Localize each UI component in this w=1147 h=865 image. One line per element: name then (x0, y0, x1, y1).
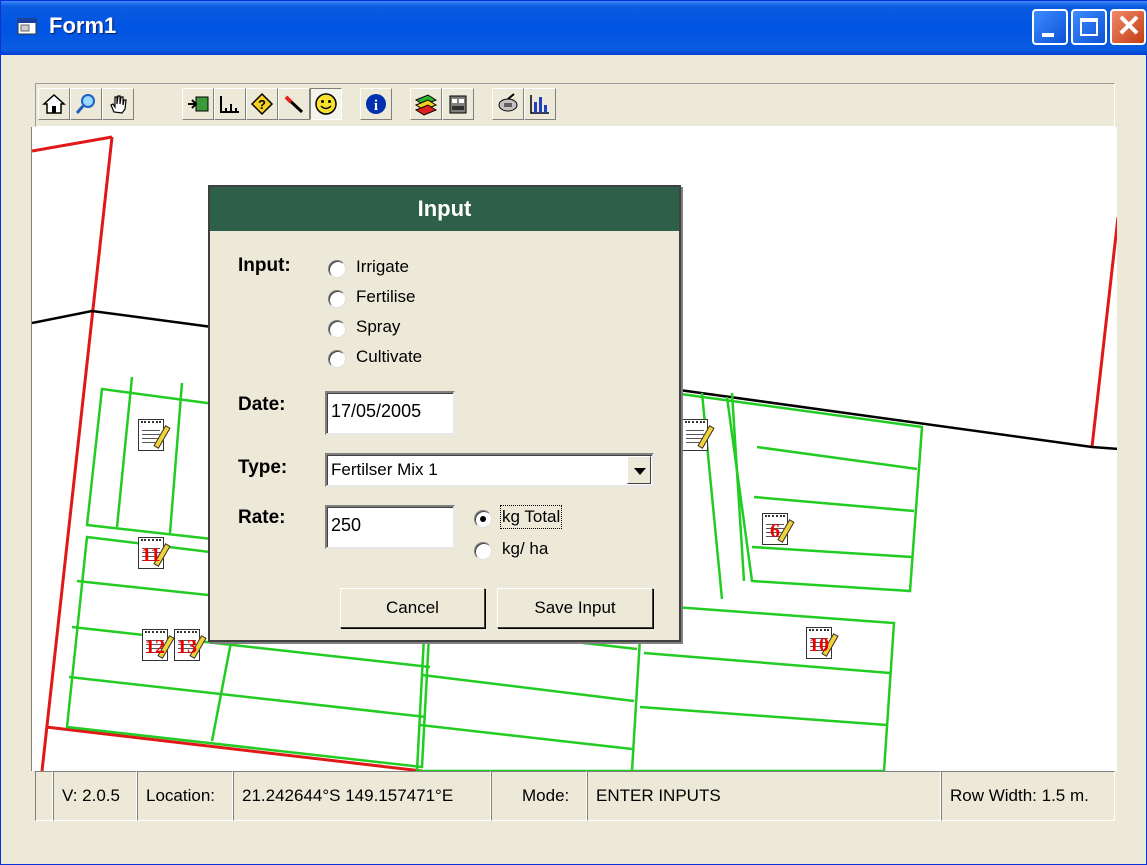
zoom-button[interactable] (70, 88, 102, 120)
status-grip (35, 771, 53, 821)
database-button[interactable] (442, 88, 474, 120)
radio-circle (474, 542, 492, 560)
zoom-icon (75, 94, 95, 114)
info-button[interactable]: i (360, 88, 392, 120)
title-bar[interactable]: Form1 ✕ (1, 1, 1147, 55)
measure-button[interactable] (214, 88, 246, 120)
app-window: Form1 ✕ ? i 11 12 13 6 10 Input Input: I… (0, 0, 1147, 865)
maximize-icon (1080, 18, 1098, 36)
status-version: V: 2.0.5 (53, 771, 137, 821)
toolbar: ? i (35, 83, 1115, 127)
radio-circle (328, 320, 346, 338)
satellite-button[interactable] (492, 88, 524, 120)
status-row-width: Row Width: 1.5 m. (941, 771, 1115, 821)
query-button[interactable]: ? (246, 88, 278, 120)
status-mode-label: Mode: (491, 771, 587, 821)
pan-hand-icon (110, 95, 127, 114)
close-icon: ✕ (1116, 10, 1142, 43)
field-marker-10[interactable]: 10 (804, 625, 839, 665)
field-marker-6[interactable]: 6 (760, 511, 795, 551)
close-button[interactable]: ✕ (1110, 9, 1146, 45)
wand-button[interactable] (278, 88, 310, 120)
magic-wand-icon (284, 95, 304, 114)
radio-circle (328, 290, 346, 308)
type-select[interactable]: Fertilser Mix 1 (325, 453, 654, 487)
radio-cultivate[interactable]: Cultivate (328, 347, 448, 373)
import-icon (188, 96, 209, 112)
cancel-button[interactable]: Cancel (340, 588, 485, 628)
status-location-value: 21.242644°S 149.157471°E (233, 771, 491, 821)
radio-kg-ha[interactable]: kg/ ha (474, 539, 584, 565)
input-dialog: Input Input: Irrigate Fertilise Spray Cu… (208, 185, 681, 642)
chart-button[interactable] (524, 88, 556, 120)
radio-fertilise[interactable]: Fertilise (328, 287, 448, 313)
pan-button[interactable] (102, 88, 134, 120)
dialog-title: Input (210, 187, 679, 231)
chevron-down-icon[interactable] (627, 456, 651, 484)
smiley-icon (315, 93, 337, 115)
smiley-button[interactable] (310, 88, 342, 120)
rate-label: Rate: (238, 507, 286, 528)
chart-icon (530, 95, 549, 114)
svg-text:i: i (374, 98, 378, 114)
radio-spray[interactable]: Spray (328, 317, 448, 343)
status-location-label: Location: (137, 771, 233, 821)
query-icon: ? (250, 92, 274, 116)
field-marker-partial[interactable] (680, 417, 715, 457)
info-icon: i (366, 94, 386, 114)
layers-button[interactable] (410, 88, 442, 120)
status-mode-value: ENTER INPUTS (587, 771, 941, 821)
maximize-button[interactable] (1071, 9, 1107, 45)
radio-kg-total[interactable]: kg Total (474, 505, 584, 533)
home-button[interactable] (38, 88, 70, 120)
field-marker-13[interactable]: 13 (172, 627, 207, 667)
radio-circle-selected (474, 510, 492, 528)
type-label: Type: (238, 457, 288, 478)
save-input-button[interactable]: Save Input (497, 588, 653, 628)
import-button[interactable] (182, 88, 214, 120)
date-input[interactable]: 17/05/2005 (325, 391, 455, 435)
home-icon (42, 93, 66, 114)
svg-text:?: ? (258, 97, 266, 112)
minimize-icon (1042, 33, 1054, 37)
minimize-button[interactable] (1032, 9, 1068, 45)
field-marker-11[interactable]: 11 (136, 535, 171, 575)
radio-circle (328, 350, 346, 368)
window-title: Form1 (49, 13, 117, 38)
radio-irrigate[interactable]: Irrigate (328, 257, 448, 283)
date-label: Date: (238, 394, 286, 415)
field-marker[interactable] (136, 417, 171, 457)
measure-icon (220, 96, 239, 113)
status-bar: V: 2.0.5 Location: 21.242644°S 149.15747… (35, 771, 1115, 821)
rate-input[interactable]: 250 (325, 505, 455, 549)
form-icon (17, 18, 37, 35)
field-marker-12[interactable]: 12 (140, 627, 175, 667)
input-label: Input: (238, 255, 291, 276)
satellite-icon (498, 93, 518, 112)
layers-icon (414, 94, 438, 116)
radio-circle (328, 260, 346, 278)
database-icon (449, 95, 467, 114)
